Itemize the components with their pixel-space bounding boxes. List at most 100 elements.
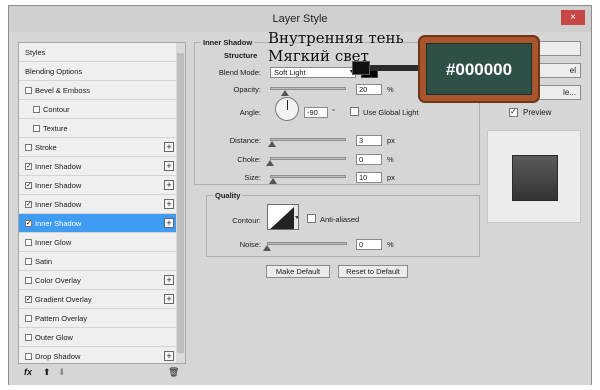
style-item-label: Color Overlay (35, 276, 81, 285)
fx-icon[interactable]: fx (24, 367, 32, 377)
add-effect-icon[interactable]: + (164, 275, 174, 285)
style-item-checkbox[interactable]: ✓ (25, 295, 32, 303)
noise-slider[interactable] (267, 242, 347, 245)
style-item-inner-shadow[interactable]: ✓ Inner Shadow + (19, 195, 178, 214)
style-item-pattern-overlay[interactable]: Pattern Overlay (19, 309, 178, 328)
reset-to-default-button[interactable]: Reset to Default (338, 265, 408, 278)
style-item-checkbox[interactable] (25, 238, 32, 246)
size-slider-thumb[interactable] (269, 178, 278, 184)
style-item-styles[interactable]: Styles (19, 43, 178, 62)
style-item-checkbox[interactable] (25, 333, 32, 341)
caption-line-1: Внутренняя тень (268, 29, 404, 47)
distance-input[interactable]: 3 (356, 135, 382, 146)
style-item-contour[interactable]: Contour (19, 100, 178, 119)
style-item-satin[interactable]: Satin (19, 252, 178, 271)
choke-slider-thumb[interactable] (266, 160, 274, 166)
style-item-label: Inner Shadow (35, 162, 82, 171)
opacity-unit: % (387, 85, 394, 94)
distance-slider-thumb[interactable] (268, 141, 277, 147)
contour-label: Contour: (232, 216, 261, 225)
tutorial-caption: Внутренняя тень Мягкий свет (268, 29, 404, 65)
choke-input[interactable]: 0 (356, 154, 382, 165)
choke-slider[interactable] (270, 157, 346, 160)
style-item-texture[interactable]: Texture (19, 119, 178, 138)
add-effect-icon[interactable]: + (164, 199, 174, 209)
style-item-checkbox[interactable]: ✓ (25, 162, 32, 170)
style-item-checkbox[interactable] (25, 257, 32, 265)
style-item-label: Styles (25, 48, 46, 57)
move-up-icon[interactable]: ⬆ (43, 367, 51, 378)
add-effect-icon[interactable]: + (164, 161, 174, 171)
styles-scrollbar[interactable] (176, 43, 185, 363)
move-down-icon[interactable]: ⬇ (58, 367, 66, 378)
color-badge: #000000 (418, 35, 540, 103)
size-slider[interactable] (270, 175, 346, 178)
angle-dial-needle (287, 100, 288, 110)
scrollbar-thumb[interactable] (177, 53, 184, 353)
style-item-checkbox[interactable]: ✓ (25, 200, 32, 208)
contour-curve-icon (270, 205, 298, 229)
use-global-light-label: Use Global Light (363, 108, 419, 117)
noise-input[interactable]: 0 (356, 239, 382, 250)
style-item-inner-shadow[interactable]: ✓ Inner Shadow + (19, 157, 178, 176)
style-item-checkbox[interactable] (25, 352, 32, 360)
size-input[interactable]: 10 (356, 172, 382, 183)
style-item-label: Outer Glow (35, 333, 73, 342)
style-item-checkbox[interactable] (33, 105, 40, 113)
contour-picker[interactable] (267, 204, 299, 230)
style-item-checkbox[interactable] (33, 124, 40, 132)
styles-list: Styles Blending Options Bevel & Emboss Cont… (19, 43, 178, 363)
noise-unit: % (387, 240, 394, 249)
style-item-inner-shadow[interactable]: ✓ Inner Shadow + (19, 176, 178, 195)
quality-group: Quality Contour: Anti-aliased Noise: 0 % (206, 191, 480, 257)
noise-slider-thumb[interactable] (263, 245, 271, 251)
style-item-inner-shadow[interactable]: ✓ Inner Shadow + (19, 214, 178, 233)
color-badge-label: #000000 (426, 43, 532, 95)
choke-unit: % (387, 155, 394, 164)
style-item-checkbox[interactable]: ✓ (25, 181, 32, 189)
opacity-input[interactable]: 20 (356, 84, 382, 95)
anti-aliased-checkbox[interactable] (307, 214, 316, 223)
style-item-label: Satin (35, 257, 53, 266)
add-effect-icon[interactable]: + (164, 294, 174, 304)
preview-checkbox[interactable]: ✓ (509, 107, 518, 117)
style-item-checkbox[interactable] (25, 86, 32, 94)
preview-label: Preview (523, 108, 552, 117)
style-item-checkbox[interactable] (25, 314, 32, 322)
style-item-checkbox[interactable] (25, 276, 32, 284)
style-item-color-overlay[interactable]: Color Overlay + (19, 271, 178, 290)
use-global-light-checkbox[interactable] (350, 107, 359, 116)
style-item-label: Stroke (35, 143, 57, 152)
blend-mode-select[interactable]: Soft Light ▾ (270, 67, 356, 78)
style-item-label: Blending Options (25, 67, 83, 76)
add-effect-icon[interactable]: + (164, 180, 174, 190)
style-item-stroke[interactable]: Stroke + (19, 138, 178, 157)
add-effect-icon[interactable]: + (164, 218, 174, 228)
make-default-button[interactable]: Make Default (266, 265, 330, 278)
style-item-checkbox[interactable] (25, 143, 32, 151)
style-item-label: Bevel & Emboss (35, 86, 91, 95)
style-item-bevel-emboss[interactable]: Bevel & Emboss (19, 81, 178, 100)
distance-label: Distance: (229, 136, 261, 145)
preview-swatch (512, 155, 558, 201)
angle-input[interactable]: -90 (304, 107, 328, 118)
style-item-inner-glow[interactable]: Inner Glow (19, 233, 178, 252)
style-item-outer-glow[interactable]: Outer Glow (19, 328, 178, 347)
angle-unit: ° (332, 107, 335, 116)
style-item-blending-options[interactable]: Blending Options (19, 62, 178, 81)
style-item-drop-shadow[interactable]: Drop Shadow + (19, 347, 178, 363)
add-effect-icon[interactable]: + (164, 351, 174, 361)
quality-title: Quality (213, 191, 243, 200)
angle-dial[interactable] (275, 97, 299, 121)
caption-line-2: Мягкий свет (268, 47, 369, 65)
add-effect-icon[interactable]: + (164, 142, 174, 152)
close-button[interactable]: × (561, 10, 585, 25)
style-item-gradient-overlay[interactable]: ✓ Gradient Overlay + (19, 290, 178, 309)
style-item-checkbox[interactable]: ✓ (25, 219, 32, 227)
opacity-slider-thumb[interactable] (281, 90, 290, 96)
noise-label: Noise: (239, 240, 261, 249)
trash-icon[interactable]: 🗑 (168, 367, 179, 378)
dialog-title: Layer Style (272, 13, 328, 25)
distance-slider[interactable] (270, 138, 346, 141)
style-item-label: Texture (43, 124, 68, 133)
